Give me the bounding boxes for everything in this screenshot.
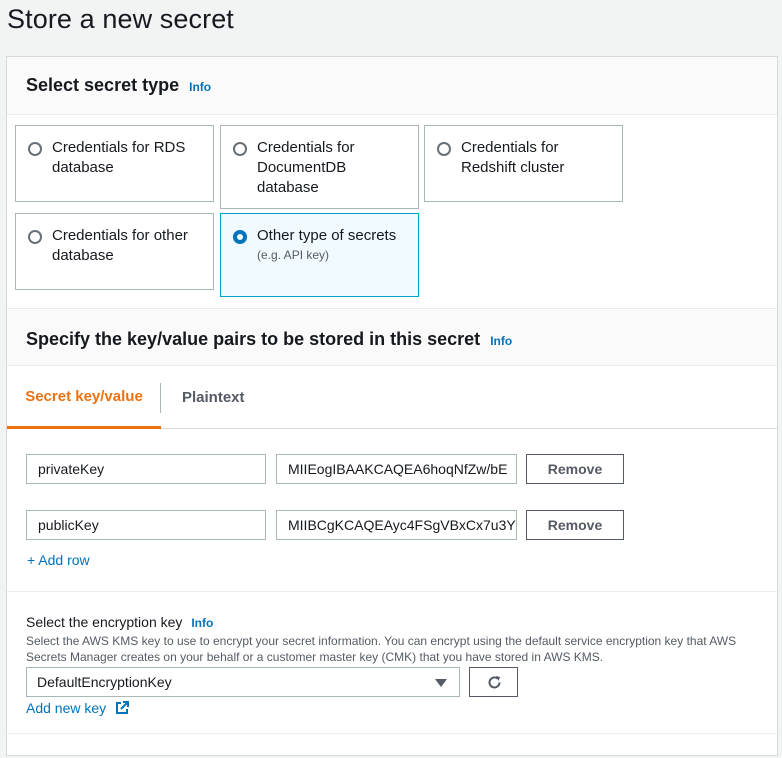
kv-tabs: Secret key/value Plaintext xyxy=(7,367,777,429)
bottom-divider xyxy=(7,733,777,734)
add-row-link[interactable]: + Add row xyxy=(27,552,90,568)
add-new-key-link[interactable]: Add new key xyxy=(26,700,130,716)
tile-other-secrets[interactable]: Other type of secrets (e.g. API key) xyxy=(220,213,419,297)
tab-divider xyxy=(160,383,161,413)
caret-down-icon xyxy=(435,679,447,687)
refresh-icon xyxy=(488,676,501,689)
tile-label: Other type of secrets xyxy=(257,227,397,244)
tile-documentdb-database[interactable]: Credentials for DocumentDB database xyxy=(220,125,419,209)
secret-type-title: Select secret type xyxy=(26,75,180,95)
secret-key-input[interactable]: privateKey xyxy=(26,454,266,484)
radio-other-secrets[interactable] xyxy=(233,230,247,244)
encryption-info-link[interactable]: Info xyxy=(191,616,213,630)
radio-rds-database[interactable] xyxy=(28,142,42,156)
kv-section-title: Specify the key/value pairs to be stored… xyxy=(26,329,481,349)
tile-rds-database[interactable]: Credentials for RDS database xyxy=(15,125,214,202)
tile-label: Credentials for other database xyxy=(52,227,188,264)
remove-row-button[interactable]: Remove xyxy=(526,454,624,484)
encryption-key-label: Select the encryption key xyxy=(26,614,183,630)
secret-value-input[interactable]: MIIEogIBAAKCAQEA6hoqNfZw/bE xyxy=(276,454,517,484)
radio-redshift-cluster[interactable] xyxy=(437,142,451,156)
tile-redshift-cluster[interactable]: Credentials for Redshift cluster xyxy=(424,125,623,202)
add-new-key-label: Add new key xyxy=(26,700,107,716)
section-divider xyxy=(7,591,777,592)
kv-section-info-link[interactable]: Info xyxy=(490,334,512,348)
refresh-keys-button[interactable] xyxy=(469,667,518,697)
tile-other-database[interactable]: Credentials for other database xyxy=(15,213,214,290)
radio-documentdb-database[interactable] xyxy=(233,142,247,156)
encryption-key-selected: DefaultEncryptionKey xyxy=(37,674,172,690)
tile-label: Credentials for DocumentDB database xyxy=(257,139,355,196)
external-link-icon xyxy=(116,701,130,714)
tile-label: Credentials for RDS database xyxy=(52,139,186,176)
kv-section-header: Specify the key/value pairs to be stored… xyxy=(7,308,777,366)
secret-type-header: Select secret type Info xyxy=(7,57,777,115)
encryption-key-select[interactable]: DefaultEncryptionKey xyxy=(26,667,460,697)
page-title: Store a new secret xyxy=(7,4,234,34)
secret-value-input[interactable]: MIIBCgKCAQEAyc4FSgVBxCx7u3Y xyxy=(276,510,517,540)
tab-plaintext[interactable]: Plaintext xyxy=(182,367,245,429)
secret-form-panel: Select secret type Info Credentials for … xyxy=(6,56,778,756)
tab-secret-key-value[interactable]: Secret key/value xyxy=(7,367,161,429)
secret-key-input[interactable]: publicKey xyxy=(26,510,266,540)
tile-sublabel: (e.g. API key) xyxy=(257,248,330,262)
tile-label: Credentials for Redshift cluster xyxy=(461,139,565,176)
secret-type-info-link[interactable]: Info xyxy=(189,80,211,94)
encryption-description: Select the AWS KMS key to use to encrypt… xyxy=(26,634,737,664)
radio-other-database[interactable] xyxy=(28,230,42,244)
remove-row-button[interactable]: Remove xyxy=(526,510,624,540)
